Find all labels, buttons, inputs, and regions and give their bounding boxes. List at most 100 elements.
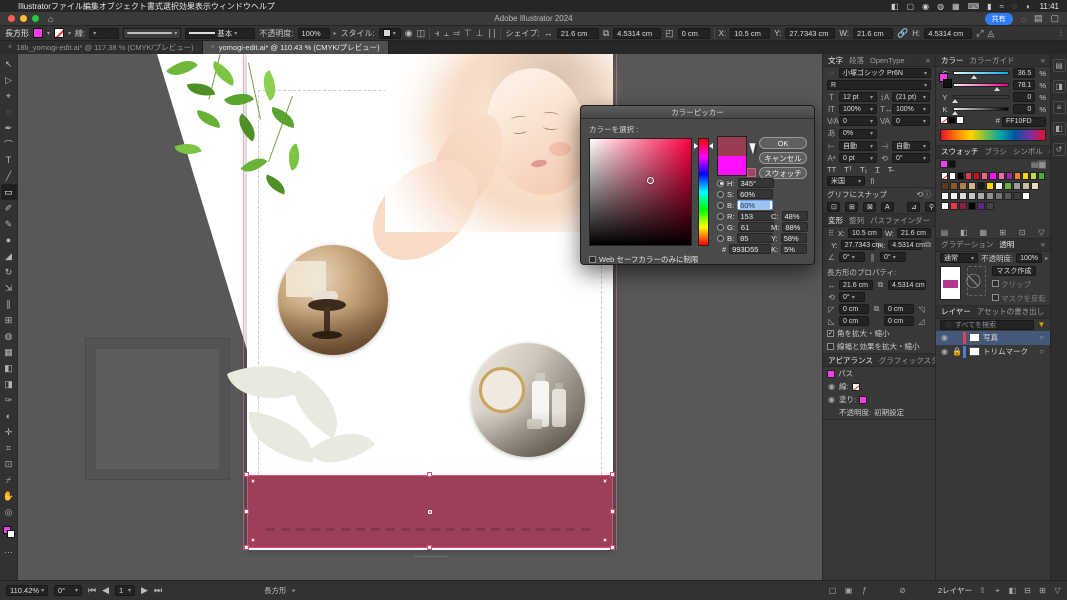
- b2-field[interactable]: 85: [737, 233, 773, 243]
- rect-height-field[interactable]: 4.5314 cm: [888, 280, 926, 290]
- menu-item[interactable]: 書式: [147, 2, 163, 11]
- clear-appearance-icon[interactable]: ⊘: [898, 586, 907, 595]
- filter-icon[interactable]: ▼: [1037, 320, 1046, 329]
- pen-tool[interactable]: ✒: [1, 120, 17, 136]
- ok-button[interactable]: OK: [759, 137, 807, 149]
- y-field[interactable]: 58%: [781, 233, 807, 243]
- delete-layer-icon[interactable]: ▽: [1053, 586, 1062, 596]
- selection-handle[interactable]: [244, 545, 249, 550]
- swatch[interactable]: [1013, 182, 1021, 190]
- type-case-button[interactable]: T₁: [860, 165, 867, 174]
- rotate-tool[interactable]: ↻: [1, 264, 17, 280]
- color-slider[interactable]: [953, 107, 1009, 111]
- h-field[interactable]: 4.5314 cm: [924, 28, 972, 39]
- tab-color[interactable]: カラー: [941, 55, 964, 66]
- document-tab-active[interactable]: × yomogi-edit.ai* @ 110.43 % (CMYK/プレビュー…: [203, 41, 389, 54]
- corner-bl-field[interactable]: 0 cm: [839, 316, 869, 326]
- grid-view-icon[interactable]: ▦: [1038, 160, 1046, 169]
- workspace-switcher-icon[interactable]: ▢: [1050, 13, 1059, 24]
- corner-radius-field[interactable]: 0 cm: [678, 28, 710, 39]
- font-size-field[interactable]: 12 pt▾: [839, 92, 877, 102]
- aki-left-field[interactable]: 自動▾: [839, 141, 877, 151]
- tab-transform[interactable]: 変形: [828, 215, 843, 226]
- white-chip[interactable]: [956, 116, 964, 124]
- pencil-tool[interactable]: ✎: [1, 216, 17, 232]
- snap-xheight-icon[interactable]: ⊞: [845, 202, 858, 212]
- swatch[interactable]: [1013, 192, 1021, 200]
- collect-for-export-icon[interactable]: ⇪: [978, 586, 987, 596]
- channel-value-field[interactable]: 0: [1013, 92, 1035, 102]
- rect-link-icon[interactable]: ⧉: [876, 280, 885, 290]
- stroke-color-swatch[interactable]: [54, 28, 64, 38]
- swatch[interactable]: [959, 182, 967, 190]
- document-tab-inactive[interactable]: × 18b_yomogi-edit.ai* @ 117.38 % (CMYK/プ…: [0, 41, 203, 54]
- tab-color-guide[interactable]: カラーガイド: [970, 55, 1015, 66]
- paintbrush-tool[interactable]: ✐: [1, 200, 17, 216]
- horizontal-scale-field[interactable]: 100%▾: [892, 104, 930, 114]
- style-dropdown[interactable]: ▾: [379, 28, 401, 39]
- tsume-field[interactable]: 0%▾: [839, 129, 877, 139]
- stroke-weight-field[interactable]: ▾: [89, 28, 119, 39]
- scale-tool[interactable]: ⇲: [1, 280, 17, 296]
- selection-handle[interactable]: [610, 509, 615, 514]
- panel-menu-icon[interactable]: ≡: [1041, 240, 1045, 249]
- type-case-button[interactable]: TT: [827, 165, 836, 174]
- tab-layers[interactable]: レイヤー: [941, 306, 971, 317]
- status-flyout-icon[interactable]: ▸: [293, 587, 296, 594]
- swatch[interactable]: [968, 192, 976, 200]
- lasso-tool[interactable]: ◌: [1, 104, 17, 120]
- scale-corners-checkbox[interactable]: ✓: [827, 330, 834, 337]
- swatch[interactable]: [959, 202, 967, 210]
- fill-color-swatch[interactable]: [33, 28, 43, 38]
- corner-link-icon[interactable]: ⧉: [872, 304, 881, 314]
- swatch-themes-icon[interactable]: ◧: [959, 228, 968, 237]
- zoom-tool[interactable]: ◎: [1, 504, 17, 520]
- align-left-icon[interactable]: ⫣: [434, 28, 439, 39]
- tab-asset-export[interactable]: アセットの書き出し: [977, 306, 1044, 317]
- model-photo[interactable]: [385, 54, 613, 232]
- align-right-icon[interactable]: ⫤: [453, 28, 460, 39]
- corner-br-field[interactable]: 0 cm: [884, 316, 914, 326]
- inner-anchor-point[interactable]: [603, 479, 607, 483]
- layers-search-input[interactable]: ◌すべてを検索: [940, 320, 1034, 330]
- color-slider[interactable]: [953, 95, 1009, 99]
- libraries-panel-icon[interactable]: ▤: [1053, 59, 1066, 72]
- menu-item[interactable]: ヘルプ: [251, 2, 275, 11]
- font-search-icon[interactable]: ◌: [827, 69, 836, 78]
- mask-thumbnail-empty[interactable]: ⃠: [967, 266, 986, 296]
- color-slider[interactable]: [953, 83, 1009, 87]
- layer-target-icon[interactable]: ○: [1037, 347, 1046, 356]
- swatch-kind-icon[interactable]: ▦: [979, 228, 988, 237]
- selection-handle[interactable]: [610, 545, 615, 550]
- inner-anchor-point[interactable]: [251, 538, 255, 542]
- symbol-sprayer-tool[interactable]: ✛: [1, 424, 17, 440]
- fill-stroke-indicator[interactable]: [936, 67, 938, 115]
- layer-row[interactable]: ◉ 写真 ○: [936, 331, 1050, 345]
- last-artboard-icon[interactable]: ⏭: [154, 585, 162, 596]
- leading-field[interactable]: (21 pt)▾: [892, 92, 930, 102]
- shape-builder-tool[interactable]: ◍: [1, 328, 17, 344]
- snap-angle-icon[interactable]: ⊿: [907, 202, 920, 212]
- artboard-tool[interactable]: ⊡: [1, 456, 17, 472]
- swatch[interactable]: [977, 192, 985, 200]
- zoom-level-dropdown[interactable]: 110.42%▾: [6, 585, 48, 596]
- perspective-grid-tool[interactable]: ▦: [1, 344, 17, 360]
- type-case-button[interactable]: T̲: [875, 165, 880, 174]
- swatch[interactable]: [1006, 172, 1013, 180]
- color-slider[interactable]: [953, 71, 1009, 75]
- swatch[interactable]: [986, 202, 994, 210]
- add-new-fill-icon[interactable]: ▣: [844, 586, 853, 595]
- swatch[interactable]: [1022, 172, 1029, 180]
- app-dot-icon[interactable]: ◉: [922, 2, 929, 11]
- history-panel-icon[interactable]: ↺: [1053, 143, 1066, 156]
- b2-radio[interactable]: [717, 235, 724, 242]
- channel-value-field[interactable]: 78.1: [1013, 80, 1035, 90]
- new-layer-icon[interactable]: ⊞: [1038, 586, 1047, 596]
- swatch[interactable]: [977, 182, 985, 190]
- screen-icon[interactable]: ▦: [952, 2, 960, 11]
- add-effect-icon[interactable]: ƒ: [860, 586, 869, 595]
- display-icon[interactable]: ◧: [891, 2, 899, 11]
- swatch[interactable]: [941, 172, 948, 180]
- color-field[interactable]: [589, 138, 692, 246]
- reference-point-widget[interactable]: ⠿: [827, 229, 835, 238]
